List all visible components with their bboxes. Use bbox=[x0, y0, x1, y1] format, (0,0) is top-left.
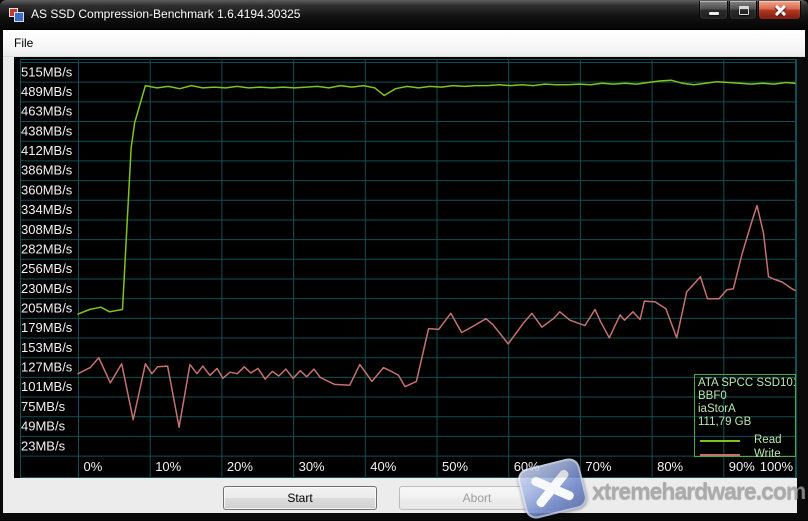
drive-info-legend: ATA SPCC SSD101 BBF0 iaStorA 111,79 GB R… bbox=[694, 374, 796, 457]
x-tick-label: 10% bbox=[155, 459, 181, 474]
x-tick-label: 20% bbox=[227, 459, 253, 474]
y-tick-label: 127MB/s bbox=[21, 360, 73, 375]
y-tick-label: 75MB/s bbox=[21, 399, 66, 414]
compression-chart: 515MB/s 489MB/s 463MB/s 438MB/s 412MB/s 386MB… bbox=[14, 57, 797, 478]
app-icon bbox=[9, 7, 25, 23]
x-tick-label: 100% bbox=[760, 459, 794, 474]
x-tick-label: 70% bbox=[585, 459, 611, 474]
y-tick-label: 49MB/s bbox=[21, 419, 66, 434]
drive-capacity: 111,79 GB bbox=[698, 416, 795, 429]
y-tick-label: 230MB/s bbox=[21, 281, 73, 296]
title-bar: AS SSD Compression-Benchmark 1.6.4194.30… bbox=[0, 0, 808, 30]
driver-name: iaStorA bbox=[698, 403, 795, 416]
y-tick-label: 386MB/s bbox=[21, 163, 73, 178]
device-name: ATA SPCC SSD101 bbox=[698, 377, 795, 390]
y-tick-label: 308MB/s bbox=[21, 222, 73, 237]
close-icon bbox=[774, 4, 787, 17]
y-tick-label: 463MB/s bbox=[21, 104, 73, 119]
y-tick-label: 334MB/s bbox=[21, 202, 73, 217]
x-tick-label: 80% bbox=[657, 459, 683, 474]
app-window: AS SSD Compression-Benchmark 1.6.4194.30… bbox=[0, 0, 808, 520]
client-area: 515MB/s 489MB/s 463MB/s 438MB/s 412MB/s 386MB… bbox=[3, 57, 797, 513]
read-label: Read bbox=[754, 434, 782, 447]
y-tick-label: 360MB/s bbox=[21, 182, 73, 197]
read-line-swatch bbox=[700, 440, 740, 442]
x-tick-label: 90% bbox=[729, 459, 755, 474]
legend-entry-write: Write bbox=[698, 448, 795, 461]
firmware-version: BBF0 bbox=[698, 390, 795, 403]
write-line-swatch bbox=[700, 454, 740, 456]
maximize-icon bbox=[739, 6, 749, 15]
minimize-icon bbox=[709, 12, 719, 15]
y-tick-label: 153MB/s bbox=[21, 340, 73, 355]
start-button[interactable]: Start bbox=[223, 486, 377, 510]
write-label: Write bbox=[754, 448, 781, 461]
x-tick-label: 0% bbox=[84, 459, 103, 474]
window-title: AS SSD Compression-Benchmark 1.6.4194.30… bbox=[31, 7, 300, 21]
legend-entry-read: Read bbox=[698, 434, 795, 447]
close-button[interactable] bbox=[758, 1, 801, 20]
menu-item-file[interactable]: File bbox=[3, 30, 43, 56]
watermark-text: xtremehardware.com bbox=[592, 478, 805, 505]
app-icon-blue-square bbox=[14, 12, 24, 22]
y-tick-label: 412MB/s bbox=[21, 143, 73, 158]
menu-bar: File bbox=[3, 30, 805, 57]
minimize-button[interactable] bbox=[699, 1, 728, 20]
chart-panel: 515MB/s 489MB/s 463MB/s 438MB/s 412MB/s 386MB… bbox=[14, 57, 797, 478]
y-tick-label: 101MB/s bbox=[21, 379, 73, 394]
y-tick-label: 282MB/s bbox=[21, 242, 73, 257]
x-tick-label: 30% bbox=[299, 459, 325, 474]
maximize-button[interactable] bbox=[729, 1, 757, 20]
y-tick-label: 179MB/s bbox=[21, 320, 73, 335]
y-tick-label: 205MB/s bbox=[21, 301, 73, 316]
y-tick-label: 515MB/s bbox=[21, 64, 73, 79]
y-tick-label: 489MB/s bbox=[21, 84, 73, 99]
x-tick-label: 50% bbox=[442, 459, 468, 474]
x-tick-label: 40% bbox=[370, 459, 396, 474]
y-tick-label: 23MB/s bbox=[21, 438, 66, 453]
y-tick-label: 256MB/s bbox=[21, 261, 73, 276]
y-tick-label: 438MB/s bbox=[21, 123, 73, 138]
